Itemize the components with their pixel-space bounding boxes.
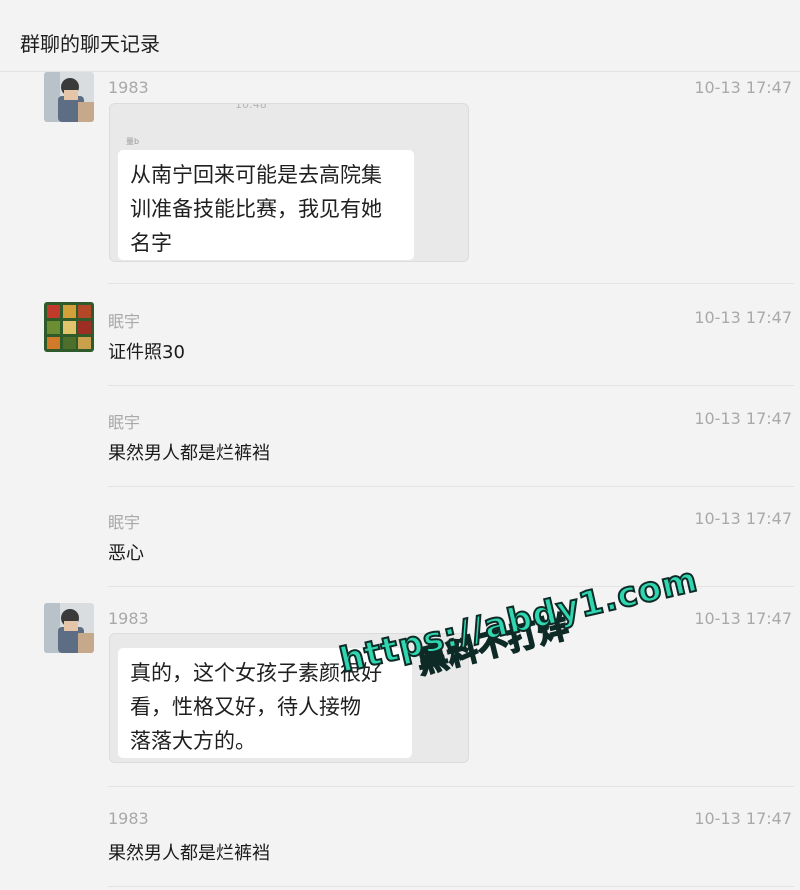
message-text: 果然男人都是烂裤裆 [108,443,270,464]
avatar-1983[interactable] [44,72,94,122]
faded-time: 10:48 [235,103,267,111]
page-title: 群聊的聊天记录 [20,32,160,56]
message-text: 果然男人都是烂裤裆 [108,843,270,864]
sender-name: 1983 [108,78,149,97]
message-text: 恶心 [108,543,144,564]
chat-history-window: 群聊的聊天记录 1983 10-13 17:47 10:48 量b 从南宁回来可… [0,0,800,890]
sender-name: 眠宇 [108,513,141,532]
screenshot-bubble: 从南宁回来可能是去高院集 训准备技能比赛，我见有她 名字 [118,150,414,260]
divider [108,886,794,887]
header: 群聊的聊天记录 [0,0,800,72]
image-message[interactable]: 10:48 量b 从南宁回来可能是去高院集 训准备技能比赛，我见有她 名字 [109,103,469,262]
message-item[interactable]: 1983 10-13 17:47 果然男人都是烂裤裆 [0,803,800,887]
bubble-line: 名字 [130,231,172,255]
bubble-line: 从南宁回来可能是去高院集 [130,163,382,187]
divider [108,786,794,787]
avatar-1983[interactable] [44,603,94,653]
message-item[interactable]: 眠宇 10-13 17:47 证件照30 [0,302,800,386]
message-text: 证件照30 [108,342,185,363]
timestamp: 10-13 17:47 [694,509,792,528]
sender-name: 1983 [108,809,149,828]
small-label: 量b [126,137,140,146]
bubble-line: 落落大方的。 [130,729,256,753]
timestamp: 10-13 17:47 [694,609,792,628]
avatar-mianyu[interactable] [44,302,94,352]
timestamp: 10-13 17:47 [694,809,792,828]
message-item[interactable]: 1983 10-13 17:47 10:48 量b 从南宁回来可能是去高院集 训… [0,72,800,284]
timestamp: 10-13 17:47 [694,308,792,327]
divider [108,385,794,386]
sender-name: 1983 [108,609,149,628]
bubble-line: 训准备技能比赛，我见有她 [130,197,382,221]
timestamp: 10-13 17:47 [694,78,792,97]
divider [108,486,794,487]
sender-name: 眠宇 [108,312,141,331]
bubble-line: 看，性格又好，待人接物 [130,695,361,719]
timestamp: 10-13 17:47 [694,409,792,428]
divider [108,283,794,284]
message-item[interactable]: 眠宇 10-13 17:47 果然男人都是烂裤裆 [0,403,800,487]
sender-name: 眠宇 [108,413,141,432]
